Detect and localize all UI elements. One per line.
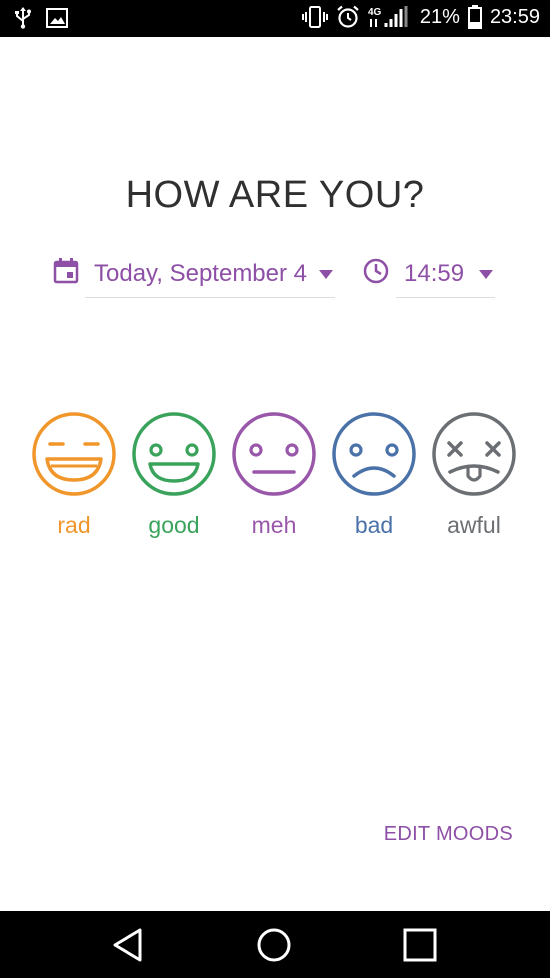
status-bar: 4G 21% 23:59 [0, 0, 550, 37]
awful-face-icon [432, 412, 516, 496]
calendar-icon [52, 257, 80, 292]
mood-label: bad [354, 512, 394, 538]
alarm-icon [336, 5, 360, 29]
battery-percent: 21% [419, 5, 460, 28]
back-icon[interactable] [110, 927, 146, 963]
home-icon[interactable] [256, 927, 292, 963]
image-icon [46, 8, 68, 28]
chevron-down-icon [479, 269, 493, 279]
svg-text:4G: 4G [368, 7, 382, 18]
mood-rad[interactable]: rad [29, 410, 119, 539]
mood-awful[interactable]: awful [429, 410, 519, 539]
mood-meh[interactable]: meh [229, 410, 319, 539]
time-picker-underline [396, 297, 495, 298]
page-title: HOW ARE YOU? [125, 174, 425, 216]
meh-face-icon [232, 412, 316, 496]
date-picker[interactable]: Today, September 4 [52, 250, 335, 298]
recents-icon[interactable] [402, 927, 438, 963]
mood-label: good [148, 512, 200, 538]
time-picker-label: 14:59 [404, 260, 465, 287]
mood-bad[interactable]: bad [329, 410, 419, 539]
bad-face-icon [332, 412, 416, 496]
mood-label: meh [251, 512, 297, 538]
navigation-bar [0, 911, 550, 978]
rad-face-icon [32, 412, 116, 496]
usb-icon [14, 7, 32, 29]
date-picker-label: Today, September 4 [94, 260, 308, 287]
mood-label: awful [447, 512, 501, 538]
mood-label: rad [57, 512, 91, 538]
date-picker-underline [85, 297, 335, 298]
mood-good[interactable]: good [129, 410, 219, 539]
clock-icon [362, 257, 390, 292]
clock-time: 23:59 [489, 5, 540, 28]
edit-moods-button[interactable]: EDIT MOODS [384, 823, 513, 846]
vibrate-icon [301, 5, 328, 29]
signal-icon: 4G [368, 5, 412, 29]
battery-icon [467, 5, 482, 29]
good-face-icon [132, 412, 216, 496]
time-picker[interactable]: 14:59 [362, 250, 495, 298]
chevron-down-icon [319, 269, 333, 279]
